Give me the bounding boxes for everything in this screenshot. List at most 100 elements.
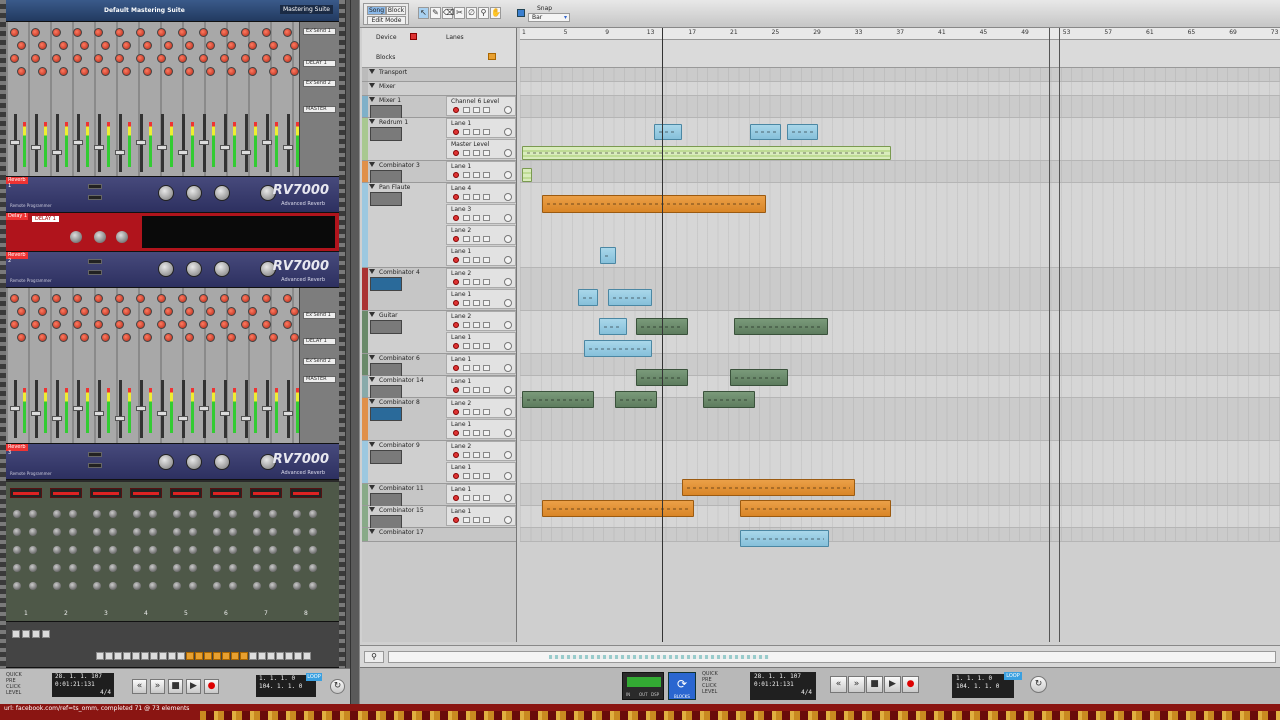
channel-knob[interactable] xyxy=(269,41,278,50)
channel-knob[interactable] xyxy=(199,320,208,329)
channel-knob[interactable] xyxy=(53,582,61,590)
gate-enable-button[interactable] xyxy=(88,463,102,468)
device-thumbnail[interactable] xyxy=(370,320,402,334)
channel-knob[interactable] xyxy=(269,510,277,518)
controller-key[interactable] xyxy=(168,652,176,660)
controller-key[interactable] xyxy=(150,652,158,660)
channel-fader[interactable] xyxy=(283,145,293,150)
channel-knob[interactable] xyxy=(248,41,257,50)
solo-button[interactable] xyxy=(473,495,480,501)
loop-toggle[interactable]: LOOP xyxy=(1004,672,1022,680)
channel-knob[interactable] xyxy=(73,28,82,37)
channel-fader[interactable] xyxy=(283,411,293,416)
mute-button[interactable] xyxy=(463,473,470,479)
channel-knob[interactable] xyxy=(309,582,317,590)
solo-button[interactable] xyxy=(473,107,480,113)
controller-key[interactable] xyxy=(258,652,266,660)
channel-fader[interactable] xyxy=(220,411,230,416)
lane-header[interactable]: Master Level xyxy=(446,139,516,159)
channel-knob[interactable] xyxy=(101,333,110,342)
channel-knob[interactable] xyxy=(149,510,157,518)
channel-knob[interactable] xyxy=(109,546,117,554)
channel-fader[interactable] xyxy=(31,411,41,416)
track-header[interactable]: Combinator 15 Lane 1 xyxy=(362,506,516,529)
channel-knob[interactable] xyxy=(31,54,40,63)
controller-key[interactable] xyxy=(303,652,311,660)
mute-button[interactable] xyxy=(463,452,470,458)
track-header[interactable]: Combinator 3 Lane 1 xyxy=(362,161,516,184)
stop-button[interactable]: ■ xyxy=(866,676,883,693)
channel-knob[interactable] xyxy=(262,294,271,303)
channel-knob[interactable] xyxy=(229,546,237,554)
lane-header[interactable]: Channel 6 Level xyxy=(446,96,516,116)
lane-menu-button[interactable] xyxy=(483,107,490,113)
controller-key[interactable] xyxy=(132,652,140,660)
solo-button[interactable] xyxy=(473,300,480,306)
channel-knob[interactable] xyxy=(80,307,89,316)
solo-button[interactable] xyxy=(473,150,480,156)
channel-knob[interactable] xyxy=(262,28,271,37)
channel-knob[interactable] xyxy=(122,67,131,76)
collapse-arrow-icon[interactable] xyxy=(369,442,375,447)
channel-knob[interactable] xyxy=(93,528,101,536)
record-enable-icon[interactable] xyxy=(453,300,459,306)
mute-button[interactable] xyxy=(463,215,470,221)
arrange-track-row[interactable] xyxy=(520,441,1280,484)
channel-fader[interactable] xyxy=(241,150,251,155)
channel-knob[interactable] xyxy=(241,28,250,37)
hf-damp-knob[interactable] xyxy=(186,261,202,277)
delete-lane-icon[interactable] xyxy=(504,278,512,286)
channel-knob[interactable] xyxy=(133,564,141,572)
channel-knob[interactable] xyxy=(133,528,141,536)
solo-button[interactable] xyxy=(473,279,480,285)
lane-header[interactable]: Lane 1 xyxy=(446,376,516,396)
channel-fader[interactable] xyxy=(262,140,272,145)
delete-lane-icon[interactable] xyxy=(504,235,512,243)
record-enable-icon[interactable] xyxy=(453,129,459,135)
channel-knob[interactable] xyxy=(13,528,21,536)
mixer-device-2[interactable]: Ex'Send 1 DELAY 1 Ex'Send 2 MASTER xyxy=(6,288,339,444)
channel-fader[interactable] xyxy=(94,145,104,150)
collapse-arrow-icon[interactable] xyxy=(369,312,375,317)
controller-key[interactable] xyxy=(276,652,284,660)
channel-fader[interactable] xyxy=(199,406,209,411)
channel-knob[interactable] xyxy=(143,333,152,342)
record-enable-icon[interactable] xyxy=(453,172,459,178)
channel-knob[interactable] xyxy=(136,320,145,329)
magnify-tool-icon[interactable]: ⚲ xyxy=(478,7,489,19)
record-enable-icon[interactable] xyxy=(453,322,459,328)
pattern-clip[interactable] xyxy=(600,247,616,264)
lane-header[interactable]: Lane 1 xyxy=(446,484,516,504)
channel-knob[interactable] xyxy=(262,54,271,63)
channel-knob[interactable] xyxy=(29,564,37,572)
device-thumbnail[interactable] xyxy=(370,127,402,141)
arrange-track-row[interactable] xyxy=(520,528,1280,542)
channel-knob[interactable] xyxy=(149,546,157,554)
select-tool-icon[interactable]: ↖ xyxy=(418,7,429,19)
record-enable-icon[interactable] xyxy=(453,215,459,221)
channel-knob[interactable] xyxy=(309,510,317,518)
channel-knob[interactable] xyxy=(101,41,110,50)
channel-knob[interactable] xyxy=(227,333,236,342)
controller-key[interactable] xyxy=(204,652,212,660)
channel-knob[interactable] xyxy=(157,28,166,37)
channel-knob[interactable] xyxy=(164,41,173,50)
channel-fader[interactable] xyxy=(136,140,146,145)
channel-knob[interactable] xyxy=(122,307,131,316)
channel-knob[interactable] xyxy=(164,67,173,76)
pattern-clip[interactable] xyxy=(730,369,788,386)
controller-key[interactable] xyxy=(159,652,167,660)
pencil-tool-icon[interactable]: ✎ xyxy=(430,7,441,19)
channel-knob[interactable] xyxy=(38,67,47,76)
channel-knob[interactable] xyxy=(101,307,110,316)
channel-knob[interactable] xyxy=(94,28,103,37)
snap-checkbox[interactable] xyxy=(517,9,525,17)
track-header[interactable]: Mixer 1 Channel 6 Level xyxy=(362,96,516,119)
channel-knob[interactable] xyxy=(80,67,89,76)
solo-button[interactable] xyxy=(473,365,480,371)
channel-knob[interactable] xyxy=(220,54,229,63)
delete-lane-icon[interactable] xyxy=(504,494,512,502)
record-arm-icon[interactable] xyxy=(410,33,417,40)
arrange-track-row[interactable] xyxy=(520,82,1280,96)
track-header[interactable]: Combinator 8 Lane 2 Lane 1 xyxy=(362,398,516,441)
